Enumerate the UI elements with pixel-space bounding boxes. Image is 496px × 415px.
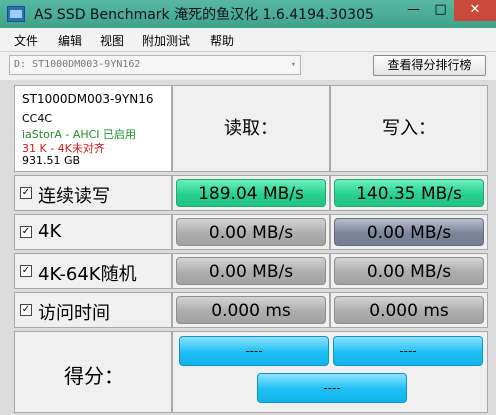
row-label: 4K	[38, 221, 62, 242]
4k-checkbox[interactable]: ✓	[20, 226, 32, 238]
drive-select[interactable]: D: ST1000DM003-9YN162 ▾	[9, 55, 301, 75]
sequential-read-cell: 189.04 MB/s	[172, 175, 330, 211]
drive-firmware: CC4C	[22, 112, 53, 125]
sequential-write-value: 140.35 MB/s	[334, 179, 484, 207]
score-panel: ---- ---- ----	[172, 331, 488, 413]
menu-edit[interactable]: 编辑	[58, 32, 82, 49]
app-icon	[7, 6, 25, 22]
app-window: AS SSD Benchmark 淹死的鱼汉化 1.6.4194.30305 —…	[0, 0, 496, 415]
row-access-time: ✓ 访问时间	[14, 292, 172, 328]
score-label: 得分：	[64, 364, 124, 388]
4k-read-cell: 0.00 MB/s	[172, 214, 330, 250]
access-time-write-value: 0.000 ms	[334, 296, 484, 324]
drive-size: 931.51 GB	[22, 154, 81, 167]
drive-model: ST1000DM003-9YN16	[22, 92, 154, 106]
title-bar[interactable]: AS SSD Benchmark 淹死的鱼汉化 1.6.4194.30305 —…	[0, 0, 496, 28]
access-time-read-cell: 0.000 ms	[172, 292, 330, 328]
access-time-write-cell: 0.000 ms	[330, 292, 488, 328]
sequential-checkbox[interactable]: ✓	[20, 187, 32, 199]
4k-write-value: 0.00 MB/s	[334, 218, 484, 246]
menu-bar: 文件 编辑 视图 附加测试 帮助	[0, 28, 496, 52]
row-label: 连续读写	[38, 186, 110, 207]
menu-extra-tests[interactable]: 附加测试	[142, 32, 190, 49]
window-title: AS SSD Benchmark 淹死的鱼汉化 1.6.4194.30305	[34, 7, 374, 23]
close-button[interactable]: ✕	[454, 0, 496, 21]
sequential-write-cell: 140.35 MB/s	[330, 175, 488, 211]
4k-read-value: 0.00 MB/s	[176, 218, 326, 246]
menu-help[interactable]: 帮助	[210, 32, 234, 49]
menu-file[interactable]: 文件	[14, 32, 38, 49]
access-time-checkbox[interactable]: ✓	[20, 304, 32, 316]
4k-64k-checkbox[interactable]: ✓	[20, 265, 32, 277]
row-4k-64k: ✓ 4K-64K随机	[14, 253, 172, 289]
drive-info-panel: ST1000DM003-9YN16 CC4C iaStorA - AHCI 已启…	[14, 85, 172, 172]
drive-select-value: D: ST1000DM003-9YN162	[14, 59, 141, 70]
access-time-read-value: 0.000 ms	[176, 296, 326, 324]
4k-64k-read-value: 0.00 MB/s	[176, 257, 326, 285]
4k-write-cell: 0.00 MB/s	[330, 214, 488, 250]
maximize-button[interactable]: □	[427, 0, 454, 21]
4k-64k-write-cell: 0.00 MB/s	[330, 253, 488, 289]
read-score-value: ----	[179, 336, 329, 366]
menu-view[interactable]: 视图	[100, 32, 124, 49]
minimize-button[interactable]: —	[400, 0, 427, 21]
write-column-header: 写入：	[330, 85, 488, 172]
row-label: 4K-64K随机	[38, 264, 137, 285]
write-score-value: ----	[333, 336, 483, 366]
4k-64k-read-cell: 0.00 MB/s	[172, 253, 330, 289]
toolbar: D: ST1000DM003-9YN162 ▾ 查看得分排行榜	[0, 52, 496, 80]
4k-64k-write-value: 0.00 MB/s	[334, 257, 484, 285]
ranking-button[interactable]: 查看得分排行榜	[373, 55, 486, 76]
chevron-down-icon[interactable]: ▾	[291, 56, 296, 74]
score-label-cell: 得分：	[14, 331, 172, 413]
sequential-read-value: 189.04 MB/s	[176, 179, 326, 207]
read-column-header: 读取：	[172, 85, 330, 172]
row-4k: ✓ 4K	[14, 214, 172, 250]
row-label: 访问时间	[38, 303, 110, 324]
total-score-value: ----	[257, 373, 407, 403]
row-sequential: ✓ 连续读写	[14, 175, 172, 211]
